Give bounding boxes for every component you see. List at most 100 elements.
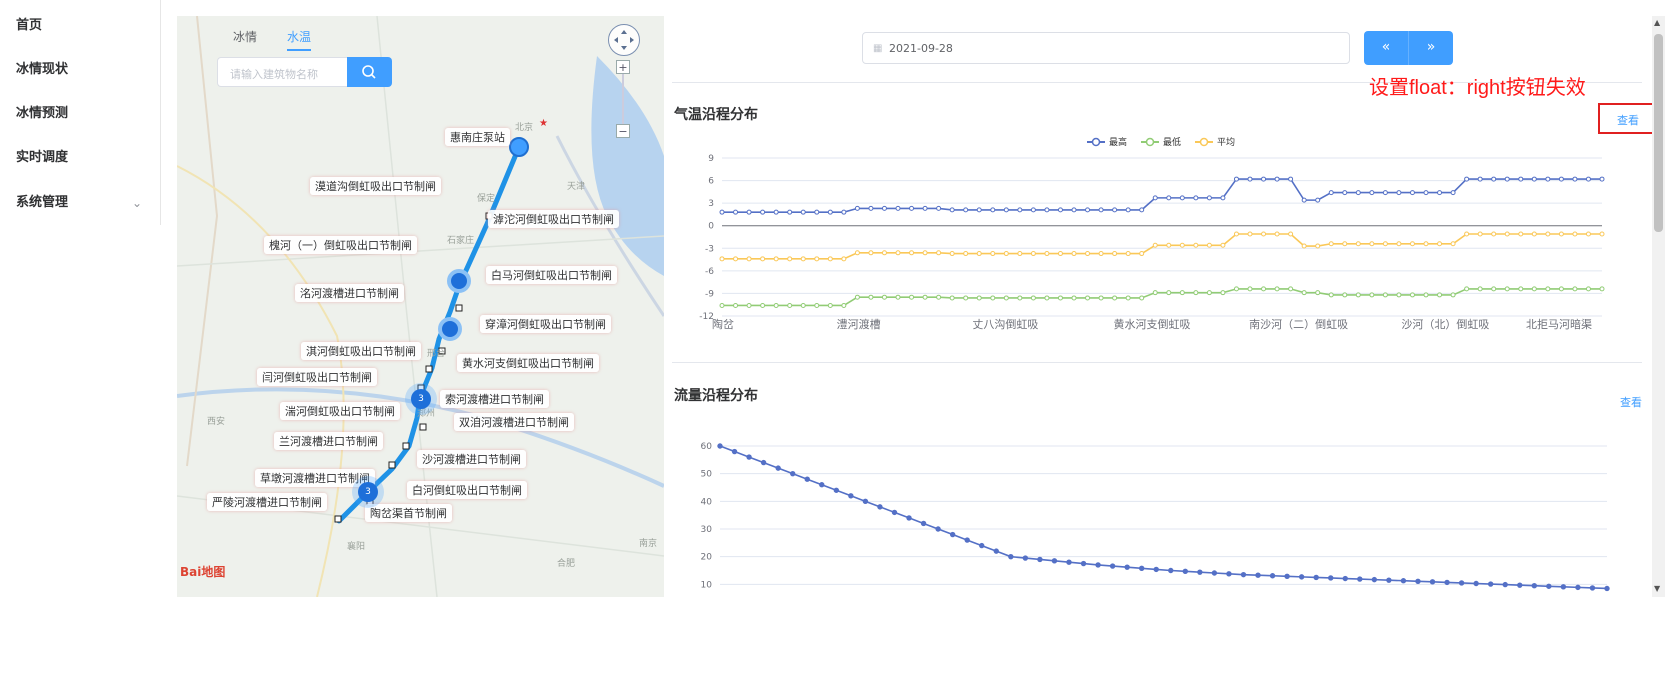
map-station-label[interactable]: 闫河倒虹吸出口节制闸 [257, 368, 377, 386]
data-point [1051, 558, 1058, 564]
data-point [906, 515, 912, 521]
map-station-label[interactable]: 陶岔渠首节制闸 [365, 504, 452, 522]
data-point [1437, 241, 1443, 247]
map-station-label[interactable]: 槐河（一）倒虹吸出口节制闸 [264, 236, 417, 254]
map-station-label[interactable]: 黄水河支倒虹吸出口节制闸 [457, 354, 599, 372]
sidebar-item-system-admin[interactable]: 系统管理 [16, 191, 68, 210]
map-view[interactable]: ★ 北京 天津 石家庄 西安 南京 合肥 保定 邢台 郑州 襄阳 冰情 水温 请… [177, 16, 664, 597]
data-point [1382, 292, 1388, 298]
map-station-label[interactable]: 漠道沟倒虹吸出口节制闸 [310, 177, 441, 195]
map-station-label[interactable]: 双洎河渡槽进口节制闸 [454, 413, 574, 431]
data-point [804, 476, 810, 482]
map-station-label[interactable]: 草墩河渡槽进口节制闸 [255, 469, 375, 487]
data-point [833, 487, 840, 493]
data-point [1125, 207, 1131, 213]
data-point [814, 302, 820, 308]
data-point [1085, 251, 1091, 257]
map-cluster-marker[interactable]: 3 [411, 389, 431, 409]
data-point [1226, 571, 1232, 577]
data-point [1044, 207, 1050, 213]
data-point [1491, 231, 1497, 237]
map-station-label[interactable]: 穿漳河倒虹吸出口节制闸 [480, 315, 611, 333]
tab-ice[interactable]: 冰情 [233, 28, 257, 45]
map-station-label[interactable]: 湍河倒虹吸出口节制闸 [280, 402, 400, 420]
scroll-up-icon[interactable]: ▲ [1654, 18, 1660, 27]
data-point [1288, 231, 1294, 237]
map-station-label[interactable]: 白河倒虹吸出口节制闸 [407, 481, 527, 499]
zoom-slider[interactable] [622, 74, 624, 124]
calendar-icon: ▦ [873, 43, 883, 54]
data-point [862, 498, 869, 505]
data-point [1197, 569, 1203, 575]
y-tick-label: 9 [708, 154, 714, 164]
map-station-label[interactable]: 严陵河渡槽进口节制闸 [207, 493, 327, 511]
data-point [814, 209, 820, 215]
data-point [1179, 195, 1185, 201]
data-point [1003, 251, 1009, 257]
data-point [717, 443, 723, 449]
sidebar-item-ice-forecast[interactable]: 冰情预测 [16, 102, 68, 121]
data-point [1125, 295, 1131, 301]
sidebar-item-ice-status[interactable]: 冰情现状 [16, 58, 68, 77]
data-point [1382, 241, 1388, 247]
data-point [1558, 176, 1564, 182]
map-search-input[interactable]: 请输入建筑物名称 [217, 57, 347, 87]
data-point [1037, 556, 1043, 563]
data-point [1044, 295, 1050, 301]
data-point [1371, 576, 1378, 583]
map-station-label[interactable]: 兰河渡槽进口节制闸 [274, 432, 383, 450]
data-point [719, 302, 725, 308]
data-point [1575, 584, 1581, 591]
map-station-label[interactable]: 洺河渡槽进口节制闸 [295, 284, 404, 302]
y-tick-label: -9 [705, 289, 714, 299]
data-point [881, 250, 887, 256]
next-date-button[interactable]: » [1408, 31, 1453, 65]
data-point [1502, 581, 1508, 588]
data-point [1357, 576, 1363, 582]
data-point [746, 256, 752, 262]
data-point [819, 482, 825, 488]
data-point [1355, 190, 1361, 196]
map-station-label[interactable]: 沙河渡槽进口节制闸 [417, 450, 526, 468]
data-point [827, 302, 833, 308]
data-point [1220, 242, 1226, 248]
y-tick-label: -6 [705, 267, 714, 277]
data-point [719, 256, 725, 262]
data-point [1491, 176, 1497, 182]
data-point [1328, 241, 1334, 247]
data-point [1233, 231, 1239, 237]
map-station-label[interactable]: 索河渡槽进口节制闸 [440, 390, 549, 408]
map-pan-control[interactable] [608, 24, 640, 56]
flow-view-link[interactable]: 查看 [1620, 394, 1642, 410]
sidebar-item-home[interactable]: 首页 [16, 14, 42, 33]
sidebar-item-realtime-dispatch[interactable]: 实时调度 [16, 146, 68, 165]
series-line-最高 [722, 178, 1602, 213]
tab-water-temp[interactable]: 水温 [287, 28, 311, 45]
map-station-label[interactable]: 滹沱河倒虹吸出口节制闸 [488, 210, 619, 228]
date-picker-input[interactable]: ▦ 2021-09-28 [862, 32, 1350, 64]
vertical-scrollbar[interactable]: ▲ ▼ [1652, 16, 1665, 597]
map-station-label[interactable]: 淇河倒虹吸出口节制闸 [301, 342, 421, 360]
map-station-label[interactable]: 惠南庄泵站 [445, 128, 510, 146]
map-station-label[interactable]: 白马河倒虹吸出口节制闸 [486, 266, 617, 284]
map-city: 邢台 [427, 349, 446, 359]
data-point [922, 294, 928, 300]
data-point [936, 294, 942, 300]
data-point [760, 256, 766, 262]
data-point [1328, 575, 1334, 581]
map-search-button[interactable] [347, 57, 392, 87]
map-cluster-marker[interactable]: 3 [358, 482, 378, 502]
zoom-out-button[interactable]: − [616, 124, 630, 138]
scroll-down-icon[interactable]: ▼ [1654, 584, 1660, 593]
map-city: 合肥 [557, 559, 576, 569]
data-point [760, 209, 766, 215]
data-point [1386, 577, 1392, 583]
data-point [746, 209, 752, 215]
data-point [1166, 290, 1172, 296]
data-point [1206, 290, 1212, 296]
scrollbar-thumb[interactable] [1654, 34, 1663, 232]
data-point [733, 209, 739, 215]
prev-date-button[interactable]: « [1364, 31, 1408, 65]
zoom-in-button[interactable]: + [616, 60, 630, 74]
chevron-down-icon[interactable]: ⌄ [132, 196, 142, 210]
